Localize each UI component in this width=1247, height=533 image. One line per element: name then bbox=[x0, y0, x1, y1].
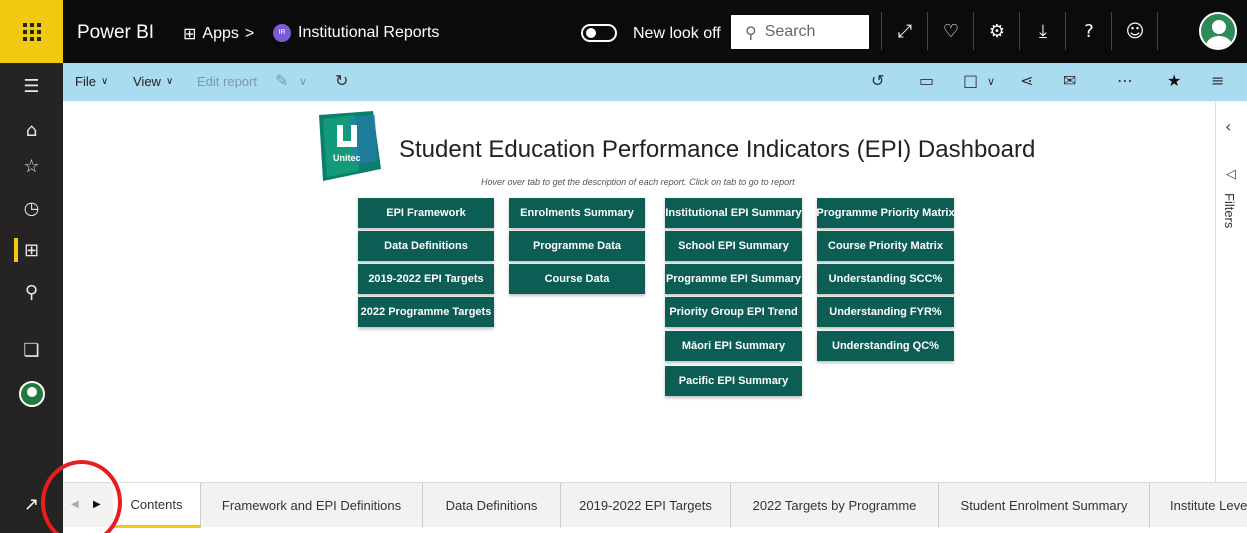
filters-pane[interactable]: ‹ ◁ Filters bbox=[1215, 101, 1247, 482]
tile-programme-targets[interactable]: 2022 Programme Targets bbox=[358, 297, 494, 327]
refresh-icon[interactable]: ↻ bbox=[335, 71, 348, 90]
tile-programme-data[interactable]: Programme Data bbox=[509, 231, 645, 261]
tile-data-definitions[interactable]: Data Definitions bbox=[358, 231, 494, 261]
download-icon[interactable]: ⤓ bbox=[1021, 0, 1065, 63]
apps-icon[interactable]: ⊞ bbox=[0, 232, 63, 268]
bookmark-icon[interactable]: □ bbox=[963, 71, 978, 90]
apps-breadcrumb[interactable]: ⊞ Apps > bbox=[183, 24, 254, 43]
search-icon: ⚲ bbox=[745, 22, 757, 42]
chevron-down-icon[interactable]: ∨ bbox=[299, 75, 307, 88]
page-tab-bar: ◀ ▶ Contents Framework and EPI Definitio… bbox=[63, 482, 1247, 528]
app-title[interactable]: Power BI bbox=[77, 22, 154, 44]
tile-programme-epi-summary[interactable]: Programme EPI Summary bbox=[665, 264, 802, 294]
notifications-icon[interactable]: ♡ bbox=[929, 0, 973, 63]
tab-student-enrolment-summary[interactable]: Student Enrolment Summary bbox=[939, 483, 1150, 528]
tile-epi-framework[interactable]: EPI Framework bbox=[358, 198, 494, 228]
tab-contents[interactable]: Contents bbox=[113, 483, 201, 528]
view-menu[interactable]: View ∨ bbox=[133, 74, 173, 89]
account-avatar[interactable] bbox=[1199, 12, 1237, 50]
search-input[interactable]: ⚲ Search bbox=[731, 15, 869, 49]
unitec-logo: Unitec bbox=[319, 111, 381, 181]
home-icon[interactable]: ⌂ bbox=[0, 112, 63, 148]
report-breadcrumb[interactable]: IR Institutional Reports bbox=[273, 24, 439, 42]
tab-data-definitions[interactable]: Data Definitions bbox=[423, 483, 561, 528]
report-name: Institutional Reports bbox=[298, 24, 440, 41]
tile-programme-priority-matrix[interactable]: Programme Priority Matrix bbox=[816, 198, 955, 228]
top-header: Power BI ⊞ Apps > IR Institutional Repor… bbox=[63, 0, 1247, 63]
tile-school-epi-summary[interactable]: School EPI Summary bbox=[665, 231, 802, 261]
search-placeholder: Search bbox=[764, 23, 816, 40]
tile-institutional-epi-summary[interactable]: Institutional EPI Summary bbox=[665, 198, 802, 228]
tab-framework-definitions[interactable]: Framework and EPI Definitions bbox=[201, 483, 423, 528]
report-badge: IR bbox=[273, 24, 291, 42]
tab-epi-targets[interactable]: 2019-2022 EPI Targets bbox=[561, 483, 731, 528]
tile-understanding-scc[interactable]: Understanding SCC% bbox=[817, 264, 954, 294]
chevron-left-icon[interactable]: ‹ bbox=[1225, 117, 1231, 136]
breadcrumb-separator: > bbox=[244, 24, 255, 42]
new-look-toggle[interactable] bbox=[581, 24, 617, 42]
dashboard-title: Student Education Performance Indicators… bbox=[399, 136, 1036, 163]
file-label: File bbox=[75, 74, 96, 89]
comments-icon[interactable]: ▭ bbox=[919, 71, 934, 90]
share-icon[interactable]: ⋖ bbox=[1020, 71, 1033, 90]
list-icon[interactable]: ≡ bbox=[1211, 71, 1224, 90]
favorites-icon[interactable]: ☆ bbox=[0, 148, 63, 184]
svg-text:Unitec: Unitec bbox=[333, 153, 361, 163]
tile-priority-group-epi-trend[interactable]: Priority Group EPI Trend bbox=[665, 297, 802, 327]
shared-with-me-icon[interactable]: ⚲ bbox=[0, 274, 63, 310]
tile-maori-epi-summary[interactable]: Māori EPI Summary bbox=[665, 331, 802, 361]
comment-icon[interactable]: ✎ bbox=[275, 71, 288, 90]
help-icon[interactable]: ? bbox=[1067, 0, 1111, 63]
tile-enrolments-summary[interactable]: Enrolments Summary bbox=[509, 198, 645, 228]
more-options-icon[interactable]: ⋯ bbox=[1117, 71, 1133, 90]
apps-icon: ⊞ bbox=[183, 24, 197, 43]
tab-targets-by-programme[interactable]: 2022 Targets by Programme bbox=[731, 483, 939, 528]
view-label: View bbox=[133, 74, 161, 89]
action-bar: File ∨ View ∨ Edit report ✎ ∨ ↻ ↺ ▭ □ ∨ … bbox=[63, 63, 1247, 101]
waffle-icon bbox=[22, 22, 41, 41]
my-workspace-button[interactable] bbox=[0, 376, 63, 412]
power-bi-window: ☰ ⌂ ☆ ◷ ⊞ ⚲ ❏ ↗ Power BI ⊞ Apps > IR Ins… bbox=[0, 0, 1247, 533]
recent-icon[interactable]: ◷ bbox=[0, 190, 63, 226]
file-menu[interactable]: File ∨ bbox=[75, 74, 108, 89]
dashboard-subtitle: Hover over tab to get the description of… bbox=[481, 177, 795, 187]
left-nav-rail: ☰ ⌂ ☆ ◷ ⊞ ⚲ ❏ bbox=[0, 0, 63, 533]
subscribe-icon[interactable]: ✉ bbox=[1063, 71, 1076, 90]
edit-report-button[interactable]: Edit report bbox=[197, 74, 257, 89]
favorite-star-icon[interactable]: ★ bbox=[1167, 71, 1181, 90]
tab-institute-level[interactable]: Institute Leve bbox=[1150, 483, 1247, 528]
expand-icon[interactable]: ⤢ bbox=[883, 0, 927, 63]
feedback-icon[interactable]: ☺ bbox=[1113, 0, 1157, 63]
tile-epi-targets[interactable]: 2019-2022 EPI Targets bbox=[358, 264, 494, 294]
report-canvas: Unitec Student Education Performance Ind… bbox=[63, 101, 1215, 482]
chevron-down-icon: ∨ bbox=[100, 76, 109, 87]
chevron-down-icon[interactable]: ∨ bbox=[987, 75, 995, 88]
menu-icon[interactable]: ☰ bbox=[0, 68, 63, 104]
tile-understanding-fyr[interactable]: Understanding FYR% bbox=[817, 297, 954, 327]
workspaces-icon[interactable]: ❏ bbox=[0, 332, 63, 368]
filters-label: Filters bbox=[1222, 193, 1237, 229]
settings-icon[interactable]: ⚙ bbox=[975, 0, 1019, 63]
avatar bbox=[18, 381, 45, 407]
new-look-label: New look off bbox=[633, 25, 721, 42]
filter-icon: ◁ bbox=[1226, 167, 1236, 182]
reset-icon[interactable]: ↺ bbox=[871, 71, 884, 90]
tile-course-priority-matrix[interactable]: Course Priority Matrix bbox=[817, 231, 954, 261]
apps-label: Apps bbox=[202, 24, 239, 42]
tile-course-data[interactable]: Course Data bbox=[509, 264, 645, 294]
tile-pacific-epi-summary[interactable]: Pacific EPI Summary bbox=[665, 366, 802, 396]
chevron-down-icon: ∨ bbox=[165, 76, 174, 87]
tile-understanding-qc[interactable]: Understanding QC% bbox=[817, 331, 954, 361]
app-launcher-button[interactable] bbox=[0, 0, 63, 63]
